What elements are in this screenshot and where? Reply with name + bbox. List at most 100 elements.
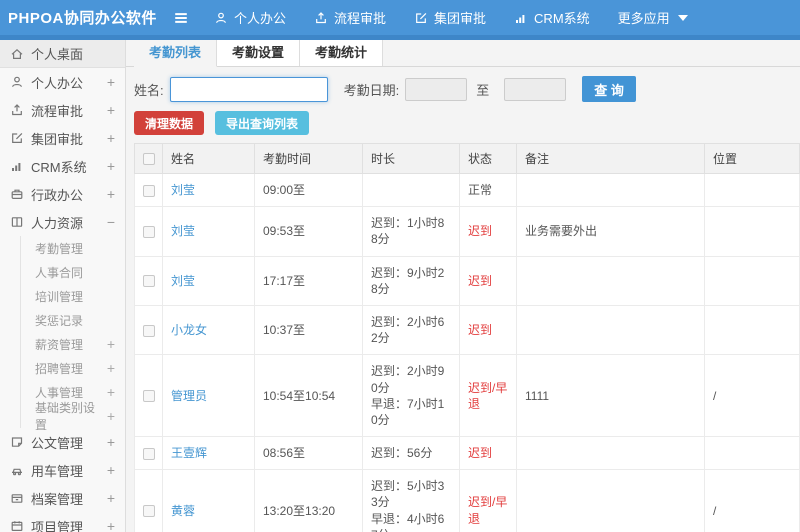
location-cell — [704, 172, 800, 208]
expand-toggle[interactable]: + — [107, 337, 115, 351]
sidebar-item-人力资源[interactable]: 人力资源 − — [0, 208, 125, 236]
export-list-button[interactable]: 导出查询列表 — [215, 111, 310, 135]
car-icon — [12, 468, 22, 476]
employee-name-link[interactable]: 王壹辉 — [171, 446, 207, 460]
status-cell: 正常 — [459, 172, 517, 208]
status-cell: 迟到 — [459, 436, 517, 471]
employee-name-link[interactable]: 小龙女 — [171, 323, 207, 337]
time-cell: 10:54至10:54 — [254, 354, 363, 438]
sidebar-sub-item-label: 基础类别设置 — [35, 401, 96, 432]
name-cell: 刘莹 — [162, 255, 255, 306]
sidebar-item-desktop[interactable]: 个人桌面 — [0, 40, 125, 68]
date-to-input[interactable] — [504, 77, 567, 101]
row-select-cell — [134, 172, 163, 208]
time-cell: 17:17至 — [254, 255, 363, 306]
status-badge: 迟到/早退 — [468, 380, 508, 411]
sidebar-sub-item-基础类别设置[interactable]: 基础类别设置 + — [21, 401, 125, 432]
sidebar-item-集团审批[interactable]: 集团审批 + — [0, 124, 125, 152]
top-nav-item[interactable]: 更多应用 — [618, 8, 688, 27]
sidebar-item-label: 用车管理 — [31, 463, 84, 479]
table-header-row: 姓名 考勤时间 时长 状态 备注 位置 — [134, 143, 800, 174]
tab-考勤统计[interactable]: 考勤统计 — [300, 40, 384, 66]
sidebar-item-CRM系统[interactable]: CRM系统 + — [0, 152, 125, 180]
note-cell — [516, 469, 705, 532]
sidebar-item-流程审批[interactable]: 流程审批 + — [0, 96, 125, 124]
sidebar-sub-item-label: 人事管理 — [35, 385, 84, 400]
time-cell: 10:37至 — [254, 304, 363, 356]
row-checkbox[interactable] — [143, 324, 155, 337]
top-nav-item[interactable]: 流程审批 — [314, 8, 386, 27]
user-icon — [10, 75, 24, 89]
row-checkbox[interactable] — [143, 390, 155, 403]
top-nav-item[interactable]: CRM系统 — [514, 8, 590, 27]
user-icon — [12, 76, 22, 88]
status-cell: 迟到/早退 — [459, 354, 517, 438]
table-row: 王壹辉 08:56至 迟到：56分 迟到 — [134, 436, 800, 471]
expand-toggle[interactable]: + — [107, 519, 115, 532]
sidebar-item-行政办公[interactable]: 行政办公 + — [0, 180, 125, 208]
tab-考勤设置[interactable]: 考勤设置 — [217, 40, 301, 66]
expand-toggle[interactable]: + — [107, 187, 115, 201]
expand-toggle[interactable]: + — [107, 463, 115, 477]
expand-toggle[interactable]: + — [107, 131, 115, 145]
row-checkbox[interactable] — [143, 505, 155, 518]
sidebar-sub-item-奖惩记录[interactable]: 奖惩记录 — [21, 308, 125, 332]
expand-toggle[interactable]: + — [107, 385, 115, 399]
hamburger-menu-icon[interactable] — [170, 9, 192, 27]
chart-icon — [516, 14, 525, 23]
sidebar-item-个人办公[interactable]: 个人办公 + — [0, 68, 125, 96]
expand-toggle[interactable]: + — [107, 361, 115, 375]
row-checkbox[interactable] — [143, 275, 155, 288]
expand-toggle[interactable]: + — [107, 159, 115, 173]
share-icon — [10, 103, 24, 117]
sidebar-sub-item-label: 人事合同 — [35, 265, 84, 280]
sidebar-item-档案管理[interactable]: 档案管理 + — [0, 484, 125, 512]
app-logo[interactable]: PHPOA协同办公软件 — [0, 7, 158, 28]
expand-toggle[interactable]: + — [107, 409, 115, 423]
table-row: 刘莹 09:00至 正常 — [134, 172, 800, 208]
sidebar-sub-item-人事合同[interactable]: 人事合同 — [21, 260, 125, 284]
row-checkbox[interactable] — [143, 184, 155, 197]
expand-toggle[interactable]: + — [107, 435, 115, 449]
sidebar-sub-item-考勤管理[interactable]: 考勤管理 — [21, 236, 125, 260]
sidebar-sub-item-培训管理[interactable]: 培训管理 — [21, 284, 125, 308]
sidebar-sub-item-招聘管理[interactable]: 招聘管理 + — [21, 356, 125, 380]
top-nav-item[interactable]: 个人办公 — [214, 8, 286, 27]
select-all-checkbox[interactable] — [143, 153, 155, 166]
row-checkbox[interactable] — [143, 447, 155, 460]
location-cell — [704, 304, 800, 356]
tab-考勤列表[interactable]: 考勤列表 — [134, 40, 218, 67]
top-nav-item[interactable]: 集团审批 — [414, 8, 486, 27]
main-content: 考勤列表 考勤设置 考勤统计 姓名: 考勤日期: 至 查 询 清理数据 导出查询… — [126, 40, 800, 532]
row-checkbox[interactable] — [143, 226, 155, 239]
date-from-input[interactable] — [405, 77, 468, 101]
search-button[interactable]: 查 询 — [582, 76, 636, 102]
sidebar-item-项目管理[interactable]: 项目管理 + — [0, 512, 125, 532]
sidebar-item-用车管理[interactable]: 用车管理 + — [0, 456, 125, 484]
expand-toggle[interactable]: − — [107, 215, 115, 229]
employee-name-link[interactable]: 刘莹 — [171, 274, 195, 288]
clear-data-button[interactable]: 清理数据 — [134, 111, 205, 135]
attendance-table: 姓名 考勤时间 时长 状态 备注 位置 刘莹 09:00至 正常 刘莹 09:5… — [134, 143, 800, 532]
share-icon — [12, 104, 22, 116]
status-badge: 正常 — [468, 183, 493, 197]
duration-line-1: 迟到：56分 — [371, 446, 433, 461]
tab-bar: 考勤列表 考勤设置 考勤统计 — [126, 40, 800, 67]
employee-name-link[interactable]: 刘莹 — [171, 224, 195, 238]
employee-name-link[interactable]: 管理员 — [171, 389, 207, 403]
table-row: 刘莹 17:17至 迟到：9小时28分 迟到 — [134, 255, 800, 306]
employee-name-link[interactable]: 黄蓉 — [171, 504, 195, 518]
caret-down-icon — [677, 14, 688, 21]
sidebar-item-label: 个人桌面 — [31, 47, 84, 62]
expand-toggle[interactable]: + — [107, 103, 115, 117]
duration-line-1: 迟到：9小时28分 — [371, 265, 445, 296]
row-select-cell — [134, 255, 163, 306]
location-cell — [704, 436, 800, 471]
sidebar-sub-item-薪资管理[interactable]: 薪资管理 + — [21, 332, 125, 356]
name-cell: 黄蓉 — [162, 469, 255, 532]
name-filter-input[interactable] — [169, 76, 328, 102]
employee-name-link[interactable]: 刘莹 — [171, 183, 195, 197]
expand-toggle[interactable]: + — [107, 491, 115, 505]
expand-toggle[interactable]: + — [107, 75, 115, 89]
time-cell: 13:20至13:20 — [254, 469, 363, 532]
